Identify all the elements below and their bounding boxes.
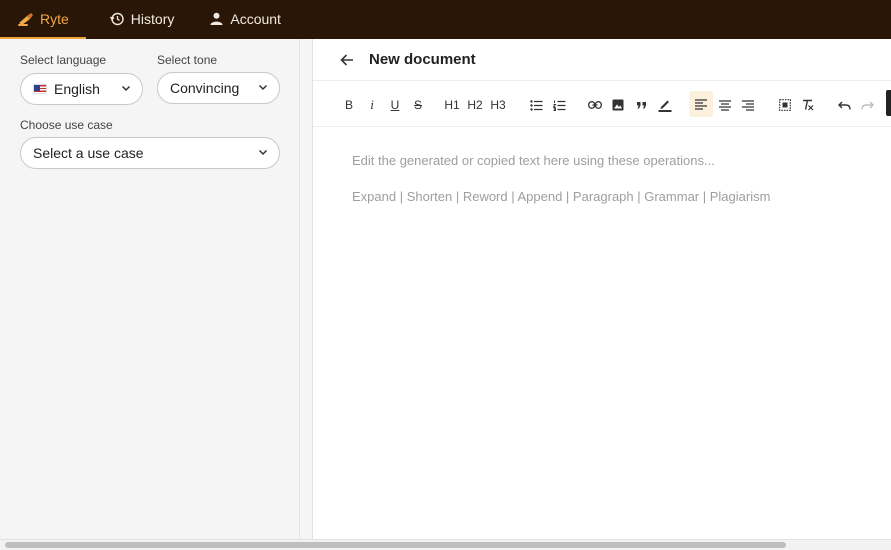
horizontal-scrollbar[interactable] (0, 539, 891, 550)
nav-tab-ryte[interactable]: Ryte (0, 0, 89, 37)
nav-account-label: Account (230, 10, 281, 27)
heading3-label: H3 (490, 98, 506, 112)
strikethrough-label: S (413, 98, 422, 112)
language-label: Select language (20, 53, 107, 67)
placeholder-line-1: Edit the generated or copied text here u… (352, 153, 715, 168)
back-arrow-icon[interactable] (339, 52, 355, 68)
tone-value: Convincing (170, 80, 240, 96)
usecase-value: Select a use case (33, 145, 144, 161)
editor-content[interactable]: Edit the generated or copied text here u… (352, 154, 872, 226)
select-all-icon (779, 99, 791, 111)
align-right-button[interactable] (739, 94, 757, 116)
document-title: New document (369, 51, 476, 68)
undo-button[interactable] (835, 94, 853, 116)
underline-label: U (390, 98, 400, 112)
underline-button[interactable]: U (386, 94, 404, 116)
person-icon (208, 11, 224, 27)
nav-history-label: History (130, 10, 175, 27)
bullet-list-button[interactable] (527, 94, 545, 116)
history-clock-icon (109, 11, 125, 27)
redo-icon (860, 101, 874, 110)
align-center-icon (719, 99, 731, 111)
tone-select[interactable]: Convincing (157, 72, 280, 104)
align-left-button[interactable] (689, 91, 713, 117)
align-right-icon (742, 99, 754, 111)
blockquote-button[interactable] (632, 94, 650, 116)
italic-label: i (370, 97, 374, 112)
chevron-down-icon (258, 149, 268, 156)
bold-label: B (344, 98, 353, 112)
pen-color-icon (658, 100, 672, 112)
heading1-button[interactable]: H1 (443, 94, 461, 116)
language-value: English (54, 81, 100, 97)
quote-icon (636, 102, 646, 109)
editor-panel: New document B i U S H1 H2 H3 Edit the g… (312, 39, 891, 539)
document-header: New document (313, 39, 891, 81)
ordered-list-button[interactable] (550, 94, 568, 116)
writing-hand-icon (18, 11, 34, 27)
undo-icon (837, 101, 851, 110)
ordered-list-icon (552, 100, 565, 111)
italic-button[interactable]: i (363, 94, 381, 116)
heading2-button[interactable]: H2 (466, 94, 484, 116)
nav-tab-account[interactable]: Account (194, 0, 295, 37)
panel-edge-handle (886, 90, 891, 116)
image-icon (612, 99, 624, 111)
chevron-down-icon (258, 84, 268, 91)
scrollbar-thumb[interactable] (5, 542, 786, 548)
nav-brand-label: Ryte (40, 10, 69, 27)
clear-format-button[interactable] (799, 94, 817, 116)
usecase-select[interactable]: Select a use case (20, 137, 280, 169)
heading3-button[interactable]: H3 (489, 94, 507, 116)
align-center-button[interactable] (716, 94, 734, 116)
bullet-list-icon (529, 99, 542, 111)
redo-button[interactable] (858, 94, 876, 116)
language-select[interactable]: English (20, 73, 143, 105)
tone-label: Select tone (157, 53, 218, 67)
link-button[interactable] (586, 94, 604, 116)
heading2-label: H2 (467, 98, 483, 112)
sidebar: Select language English Select tone Conv… (0, 39, 300, 539)
us-flag-icon (33, 84, 47, 94)
clear-format-icon (803, 99, 814, 111)
image-button[interactable] (609, 94, 627, 116)
top-nav: Ryte History Account (0, 0, 891, 39)
strikethrough-button[interactable]: S (409, 94, 427, 116)
bold-button[interactable]: B (340, 94, 358, 116)
heading1-label: H1 (444, 98, 460, 112)
text-color-button[interactable] (656, 94, 674, 116)
chevron-down-icon (121, 85, 131, 92)
placeholder-line-2: Expand | Shorten | Reword | Append | Par… (352, 189, 771, 204)
link-icon (588, 101, 602, 109)
align-left-icon (695, 98, 707, 110)
usecase-label: Choose use case (20, 118, 113, 132)
select-all-button[interactable] (776, 94, 794, 116)
editor-toolbar: B i U S H1 H2 H3 (313, 82, 891, 127)
nav-tab-history[interactable]: History (89, 0, 195, 37)
